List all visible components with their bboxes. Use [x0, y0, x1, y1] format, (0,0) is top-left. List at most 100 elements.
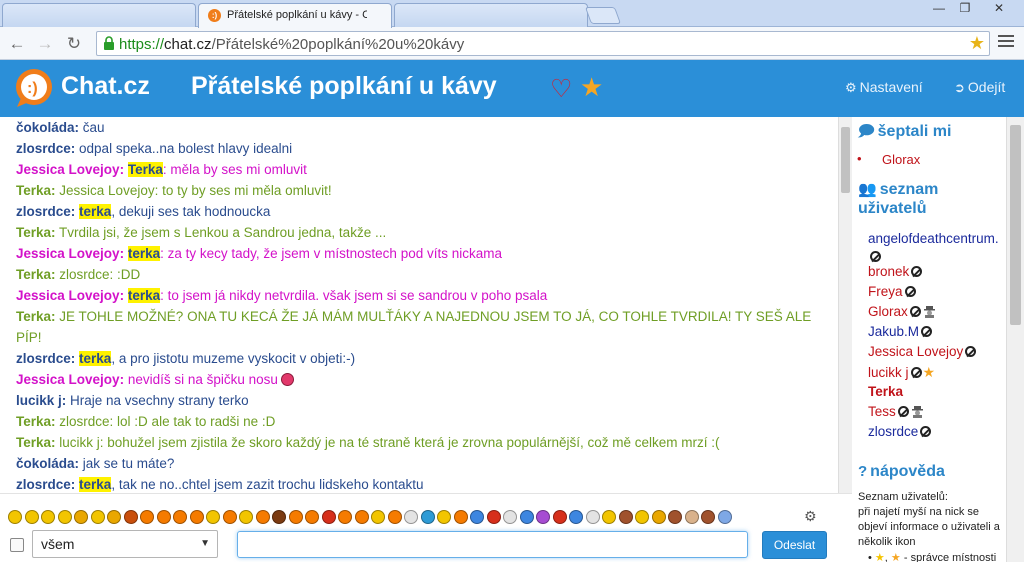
message-nick[interactable]: Terka:	[16, 267, 56, 282]
user-nick[interactable]: Jessica Lovejoy	[868, 344, 963, 359]
smiley-emoticon-icon[interactable]	[222, 510, 237, 524]
smiley-emoticon-icon[interactable]	[24, 510, 39, 524]
heart-icon[interactable]: ♡	[550, 74, 572, 104]
smiley-emoticon-icon[interactable]	[90, 510, 105, 524]
smiley-emoticon-icon[interactable]	[486, 510, 501, 524]
smiley-emoticon-icon[interactable]	[585, 510, 600, 524]
send-button[interactable]: Odeslat	[762, 531, 827, 559]
smiley-emoticon-icon[interactable]	[255, 510, 270, 524]
smiley-emoticon-icon[interactable]	[569, 510, 583, 524]
browser-tab-active[interactable]: :) Přátelské poplkání u kávy - Chat.cz	[198, 3, 392, 28]
message-nick[interactable]: Jessica Lovejoy:	[16, 288, 124, 303]
smiley-emoticon-icon[interactable]	[684, 510, 699, 524]
message-scrollbar[interactable]	[838, 117, 852, 493]
address-bar[interactable]: https://chat.cz/Přátelské%20poplkání%20u…	[96, 31, 990, 56]
message-nick[interactable]: lucikk j:	[16, 393, 66, 408]
smiley-emoticon-icon[interactable]	[338, 510, 352, 524]
user-nick[interactable]: Terka	[868, 384, 903, 399]
ban-icon[interactable]	[921, 326, 933, 337]
smiley-emoticon-icon[interactable]	[123, 510, 138, 524]
logo-text[interactable]: Chat.cz	[61, 72, 150, 101]
new-tab-button[interactable]	[584, 7, 622, 24]
user-list-item[interactable]: Jakub.M	[868, 323, 933, 341]
user-nick[interactable]: Tess	[868, 404, 896, 419]
smiley-emoticon-icon[interactable]	[651, 510, 666, 524]
user-nick[interactable]: zlosrdce	[868, 424, 918, 439]
smiley-emoticon-icon[interactable]	[239, 510, 253, 524]
smiley-emoticon-icon[interactable]	[156, 510, 171, 524]
recipient-select[interactable]: všem ▼	[32, 530, 218, 558]
message-input[interactable]	[237, 531, 748, 558]
ban-icon[interactable]	[910, 367, 922, 378]
ban-icon[interactable]	[897, 406, 909, 417]
smiley-emoticon-icon[interactable]	[107, 510, 121, 524]
ban-icon[interactable]	[909, 306, 921, 317]
user-list-item[interactable]: Tess	[868, 403, 924, 421]
smiley-emoticon-icon[interactable]	[618, 510, 633, 524]
smiley-emoticon-icon[interactable]	[189, 510, 204, 524]
sidebar-scrollbar[interactable]	[1006, 117, 1024, 562]
chat-logo-icon[interactable]: :)	[13, 68, 55, 108]
smiley-emoticon-icon[interactable]	[140, 510, 154, 524]
smiley-emoticon-icon[interactable]	[387, 510, 402, 524]
private-checkbox[interactable]	[10, 538, 24, 552]
smiley-emoticon-icon[interactable]	[635, 510, 649, 524]
forward-arrow-icon[interactable]: →	[34, 33, 56, 55]
smiley-emoticon-icon[interactable]	[206, 510, 220, 524]
smiley-emoticon-icon[interactable]	[74, 510, 88, 524]
message-nick[interactable]: Terka:	[16, 183, 56, 198]
favorite-star-icon[interactable]: ★	[580, 72, 603, 103]
browser-menu-icon[interactable]	[998, 35, 1014, 49]
user-nick[interactable]: Glorax	[868, 304, 908, 319]
user-list-item[interactable]: Freya	[868, 283, 916, 301]
smiley-settings-gear-icon[interactable]: ⚙	[804, 508, 817, 525]
message-nick[interactable]: zlosrdce:	[16, 351, 75, 366]
user-nick[interactable]: Freya	[868, 284, 903, 299]
smiley-emoticon-icon[interactable]	[173, 510, 187, 524]
smiley-emoticon-icon[interactable]	[305, 510, 319, 524]
logout-link[interactable]: ➲ Odejít	[954, 79, 1005, 96]
user-nick[interactable]: angelofdeathcentrum.	[868, 231, 999, 246]
smiley-emoticon-icon[interactable]	[288, 510, 303, 524]
message-nick[interactable]: Terka:	[16, 435, 56, 450]
smiley-emoticon-icon[interactable]	[57, 510, 72, 524]
spy-icon[interactable]	[911, 405, 924, 418]
message-nick[interactable]: Terka:	[16, 309, 56, 324]
smiley-emoticon-icon[interactable]	[453, 510, 468, 524]
smiley-emoticon-icon[interactable]	[552, 510, 567, 524]
user-list-item[interactable]: zlosrdce	[868, 423, 932, 441]
settings-link[interactable]: ⚙ Nastavení	[845, 79, 923, 96]
back-arrow-icon[interactable]: ←	[6, 33, 28, 55]
ban-icon[interactable]	[911, 266, 923, 277]
whisper-item[interactable]: Glorax	[857, 151, 920, 167]
user-list-item[interactable]: bronek	[868, 263, 923, 281]
smiley-emoticon-icon[interactable]	[8, 510, 22, 524]
bookmark-star-icon[interactable]: ★	[969, 33, 985, 54]
browser-tab[interactable]	[394, 3, 588, 27]
smiley-emoticon-icon[interactable]	[717, 510, 732, 524]
ban-icon[interactable]	[870, 251, 881, 262]
user-nick[interactable]: lucikk j	[868, 365, 909, 380]
message-nick[interactable]: Jessica Lovejoy:	[16, 372, 124, 387]
message-nick[interactable]: čokoláda:	[16, 120, 79, 135]
maximize-icon[interactable]: ❐	[951, 0, 979, 18]
smiley-emoticon-icon[interactable]	[321, 510, 336, 524]
smiley-emoticon-icon[interactable]	[41, 510, 55, 524]
ban-icon[interactable]	[904, 286, 916, 297]
message-nick[interactable]: zlosrdce:	[16, 141, 75, 156]
smiley-emoticon-icon[interactable]	[470, 510, 484, 524]
message-nick[interactable]: Terka:	[16, 414, 56, 429]
user-list-item[interactable]: lucikk j ★	[868, 363, 935, 382]
message-nick[interactable]: zlosrdce:	[16, 204, 75, 219]
message-nick[interactable]: Jessica Lovejoy:	[16, 246, 124, 261]
message-nick[interactable]: čokoláda:	[16, 456, 79, 471]
user-list-item[interactable]: Glorax	[868, 303, 936, 321]
ban-icon[interactable]	[920, 426, 932, 437]
smiley-emoticon-icon[interactable]	[420, 510, 435, 524]
user-nick[interactable]: bronek	[868, 264, 909, 279]
smiley-emoticon-icon[interactable]	[272, 510, 286, 524]
smiley-emoticon-icon[interactable]	[701, 510, 715, 524]
message-nick[interactable]: zlosrdce:	[16, 477, 75, 492]
reload-icon[interactable]: ↻	[63, 33, 85, 55]
smiley-emoticon-icon[interactable]	[668, 510, 682, 524]
